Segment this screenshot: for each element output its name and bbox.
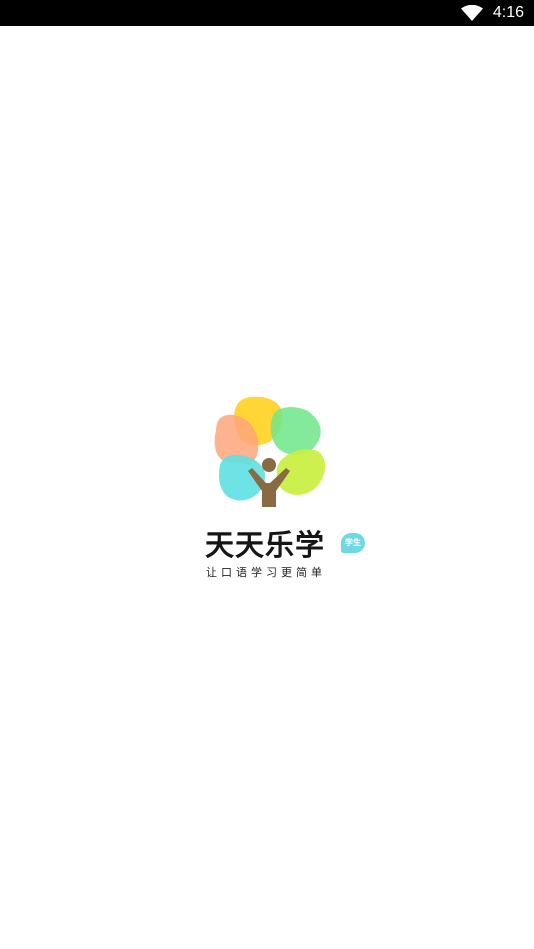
app-logo: 天天乐学 学生 让口语学习更简单	[205, 395, 365, 585]
status-bar: 4:16	[0, 0, 534, 26]
tree-logo-icon	[214, 396, 326, 507]
app-name: 天天乐学	[205, 528, 326, 562]
splash-screen: 4:16 天天乐学 学生 让口语学习更简单	[0, 0, 534, 949]
status-time: 4:16	[492, 4, 524, 21]
wifi-icon	[461, 5, 483, 21]
slogan: 让口语学习更简单	[206, 566, 326, 579]
student-badge: 学生	[341, 533, 365, 553]
